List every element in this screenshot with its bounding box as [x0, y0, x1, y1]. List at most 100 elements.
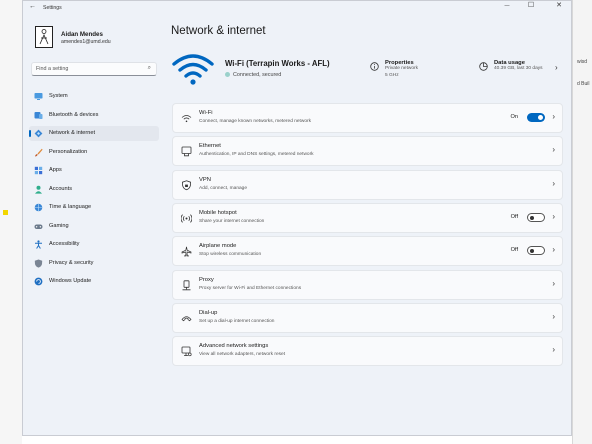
- chevron-right-icon: ›: [552, 112, 555, 121]
- settings-card-advanced-network-settings[interactable]: Advanced network settings View all networ…: [172, 336, 563, 367]
- chevron-right-icon: ›: [552, 178, 555, 188]
- setting-title: VPN: [199, 176, 211, 183]
- desktop-marker: [3, 210, 8, 215]
- sidebar-item-personalization[interactable]: Personalization: [29, 145, 159, 160]
- sidebar-item-label: Accounts: [49, 185, 73, 192]
- connected-status-dot: [225, 72, 230, 77]
- setting-subtitle: Share your internet connection: [199, 218, 265, 224]
- gamepad-icon: [34, 224, 43, 229]
- setting-subtitle: Set up a dial-up internet connection: [199, 318, 275, 324]
- close-button[interactable]: ✕: [549, 1, 569, 11]
- sidebar-item-system[interactable]: System: [29, 89, 159, 104]
- shield-icon: [34, 259, 43, 268]
- background-window-text: wisd: [577, 59, 588, 65]
- toggle-state-label: Off: [510, 213, 518, 220]
- sidebar-item-bluetooth-devices[interactable]: Bluetooth & devices: [29, 108, 159, 123]
- setting-title: Proxy: [199, 276, 214, 283]
- avatar-person-icon: [39, 29, 49, 45]
- title-bar: ← Settings — ☐ ✕: [23, 1, 571, 15]
- minimize-button[interactable]: —: [497, 1, 517, 11]
- setting-subtitle: Add, connect, manage: [199, 185, 248, 191]
- setting-subtitle: Authentication, IP and DNS settings, met…: [199, 152, 314, 158]
- dialup-icon: [181, 316, 192, 322]
- hotspot-icon: [181, 214, 192, 223]
- sidebar-item-label: Personalization: [49, 148, 88, 155]
- page-title: Network & internet: [171, 25, 266, 37]
- paintbrush-icon: [35, 148, 43, 156]
- back-arrow-icon[interactable]: ←: [29, 3, 36, 10]
- data-usage-icon: [479, 62, 488, 71]
- chevron-right-icon: ›: [552, 145, 555, 155]
- data-usage-amount: 40.39 GB, last 30 days: [494, 66, 543, 71]
- search-icon[interactable]: ⌕: [148, 65, 151, 72]
- chevron-right-icon: ›: [552, 211, 555, 221]
- network-diamond-icon: [34, 129, 43, 138]
- sidebar-item-apps[interactable]: Apps: [29, 163, 159, 178]
- chevron-right-icon: ›: [552, 278, 555, 288]
- settings-card-vpn[interactable]: VPN Add, connect, manage ›: [172, 169, 563, 200]
- globe-clock-icon: [34, 203, 43, 212]
- settings-card-ethernet[interactable]: Ethernet Authentication, IP and DNS setti…: [172, 136, 563, 167]
- sidebar-item-label: Time & language: [49, 204, 92, 210]
- chevron-right-icon: ›: [552, 345, 555, 355]
- ethernet-icon: [181, 146, 192, 157]
- bluetooth-devices-icon: [34, 111, 43, 119]
- sidebar-item-time-language[interactable]: Time & language: [29, 200, 159, 215]
- setting-title: Mobile hotspot: [199, 209, 237, 216]
- setting-subtitle: View all network adapters, network reset: [199, 352, 286, 358]
- monitor-icon: [34, 93, 43, 100]
- settings-card-wi-fi[interactable]: Wi-Fi Connect, manage known networks, met…: [172, 103, 563, 133]
- sidebar-item-accounts[interactable]: Accounts: [29, 182, 159, 197]
- sidebar-item-label: Windows Update: [49, 278, 92, 284]
- sidebar-item-network-internet[interactable]: Network & internet: [29, 126, 159, 141]
- search-box[interactable]: ⌕: [31, 62, 157, 76]
- toggle-switch[interactable]: [527, 212, 545, 222]
- setting-subtitle: Proxy server for Wi-Fi and Ethernet conn…: [199, 285, 302, 291]
- wifi-hero-icon: [172, 54, 214, 85]
- sidebar-item-label: Privacy & security: [49, 259, 94, 266]
- properties-network-type: Private network: [385, 66, 419, 71]
- data-usage-link[interactable]: Data usage 40.39 GB, last 30 days: [479, 60, 543, 73]
- sidebar-item-windows-update[interactable]: Windows Update: [29, 274, 159, 289]
- sidebar-item-label: System: [49, 93, 68, 99]
- maximize-button[interactable]: ☐: [521, 1, 541, 11]
- chevron-right-icon[interactable]: ›: [555, 63, 558, 72]
- sidebar-item-label: Accessibility: [49, 241, 80, 247]
- setting-title: Dial-up: [199, 309, 218, 316]
- chevron-right-icon: ›: [552, 245, 555, 255]
- sidebar-item-gaming[interactable]: Gaming: [29, 219, 159, 234]
- desktop-background-left: [0, 0, 22, 444]
- sidebar-item-privacy-security[interactable]: Privacy & security: [29, 256, 159, 271]
- accessibility-icon: [35, 240, 42, 249]
- settings-card-dial-up[interactable]: Dial-up Set up a dial-up internet connect…: [172, 302, 563, 333]
- chevron-right-icon: ›: [552, 311, 555, 321]
- user-email: amendes1@umd.edu: [61, 39, 111, 45]
- background-window-text: d Buil: [577, 81, 590, 87]
- properties-band: 5 GHz: [385, 72, 399, 78]
- avatar: [35, 26, 53, 48]
- properties-link[interactable]: Properties Private network 5 GHz: [370, 60, 419, 79]
- sidebar-item-label: Apps: [49, 167, 62, 173]
- settings-card-mobile-hotspot[interactable]: Mobile hotspot Share your internet connec…: [172, 202, 563, 233]
- settings-card-airplane-mode[interactable]: Airplane mode Stop wireless communication…: [172, 236, 563, 267]
- info-icon: [370, 62, 379, 71]
- advanced-network-icon: [181, 346, 192, 357]
- search-input[interactable]: [36, 64, 136, 74]
- vpn-shield-icon: [181, 179, 192, 190]
- settings-card-proxy[interactable]: Proxy Proxy server for Wi-Fi and Ethernet…: [172, 269, 563, 300]
- toggle-state-label: Off: [510, 247, 518, 254]
- network-name: Wi-Fi (Terrapin Works - AFL): [225, 59, 330, 68]
- connection-status: Connected, secured: [225, 72, 281, 78]
- toggle-switch[interactable]: [527, 246, 545, 256]
- settings-window: ← Settings — ☐ ✕ Aidan Mendes amendes1@u…: [22, 0, 572, 436]
- apps-grid-icon: [34, 166, 43, 175]
- airplane-icon: [181, 246, 192, 257]
- connection-status-text: Connected, secured: [233, 72, 282, 78]
- window-title: Settings: [43, 5, 62, 11]
- sidebar-item-label: Gaming: [49, 222, 69, 229]
- setting-subtitle: Connect, manage known networks, metered …: [199, 119, 311, 124]
- toggle-switch[interactable]: [527, 113, 545, 122]
- setting-title: Wi-Fi: [199, 110, 213, 116]
- proxy-icon: [182, 279, 191, 290]
- sidebar-item-accessibility[interactable]: Accessibility: [29, 237, 159, 252]
